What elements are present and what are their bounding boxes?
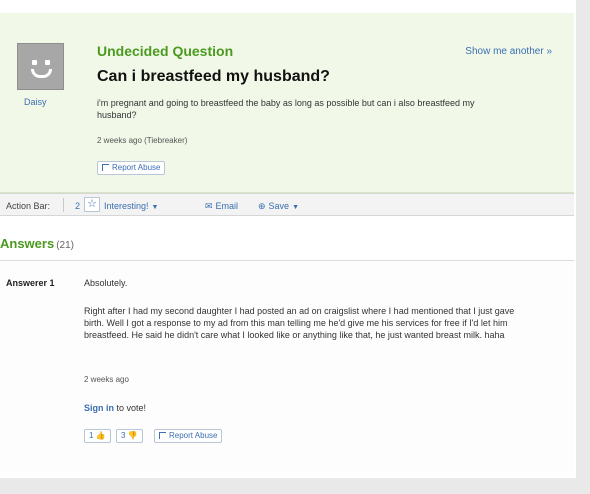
answer-headline: Absolutely.	[84, 278, 128, 288]
thumbs-up-button[interactable]: 1 👍	[84, 429, 111, 443]
answers-count: (21)	[56, 240, 74, 251]
report-abuse-button[interactable]: Report Abuse	[97, 161, 166, 175]
question-timestamp: 2 weeks ago (Tiebreaker)	[97, 136, 188, 145]
interesting-label: Interesting!	[104, 201, 149, 211]
question-status-label: Undecided Question	[97, 43, 234, 59]
avatar-eye-icon	[32, 60, 37, 65]
action-bar-label: Action Bar:	[6, 201, 51, 211]
sign-in-prompt: Sign in to vote!	[84, 403, 146, 413]
report-abuse-label: Report Abuse	[169, 431, 218, 440]
save-label: Save	[268, 201, 290, 211]
flag-icon	[102, 164, 109, 171]
avatar[interactable]	[17, 43, 64, 90]
page: Daisy Undecided Question Show me another…	[0, 0, 576, 478]
report-abuse-label: Report Abuse	[112, 163, 161, 172]
thumbs-up-count: 1	[89, 431, 94, 440]
chevron-down-icon: ▼	[292, 204, 299, 211]
answerer-name[interactable]: Answerer 1	[6, 278, 55, 288]
email-icon: ✉	[205, 201, 213, 211]
flag-icon	[159, 432, 166, 439]
question-body: i'm pregnant and going to breastfeed the…	[97, 98, 475, 120]
answers-heading: Answers (21)	[0, 236, 74, 251]
email-button[interactable]: ✉ Email	[205, 201, 238, 212]
save-icon: ⊕	[258, 201, 266, 211]
thumbs-down-count: 3	[121, 431, 126, 440]
star-icon[interactable]: ☆	[84, 197, 100, 212]
thumb-down-icon: 👎	[127, 431, 138, 440]
divider	[63, 198, 64, 212]
answer-body: Right after I had my second daughter I h…	[84, 306, 515, 340]
answers-heading-label: Answers	[0, 236, 55, 251]
asker-name[interactable]: Daisy	[24, 97, 47, 107]
answer-timestamp: 2 weeks ago	[84, 375, 129, 384]
show-another-link[interactable]: Show me another »	[465, 46, 552, 57]
interesting-count: 2	[75, 201, 81, 211]
sign-in-link[interactable]: Sign in	[84, 403, 114, 413]
sign-in-rest: to vote!	[114, 403, 147, 413]
email-label: Email	[215, 201, 239, 211]
avatar-eye-icon	[45, 60, 50, 65]
question-title: Can i breastfeed my husband?	[97, 68, 330, 85]
answer-item: Answerer 1 Absolutely. Right after I had…	[0, 260, 574, 472]
chevron-down-icon: ▼	[151, 204, 159, 211]
thumbs-down-button[interactable]: 3 👎	[116, 429, 143, 443]
save-button[interactable]: ⊕ Save ▼	[258, 201, 299, 212]
interesting-button[interactable]: Interesting! ▼	[104, 201, 158, 211]
question-panel: Daisy Undecided Question Show me another…	[0, 13, 574, 193]
thumb-up-icon: 👍	[95, 431, 106, 440]
action-bar: Action Bar: 2 ☆ Interesting! ▼ ✉ Email ⊕ Sa…	[0, 193, 574, 216]
avatar-smile-icon	[31, 69, 52, 78]
report-abuse-button[interactable]: Report Abuse	[154, 429, 223, 443]
